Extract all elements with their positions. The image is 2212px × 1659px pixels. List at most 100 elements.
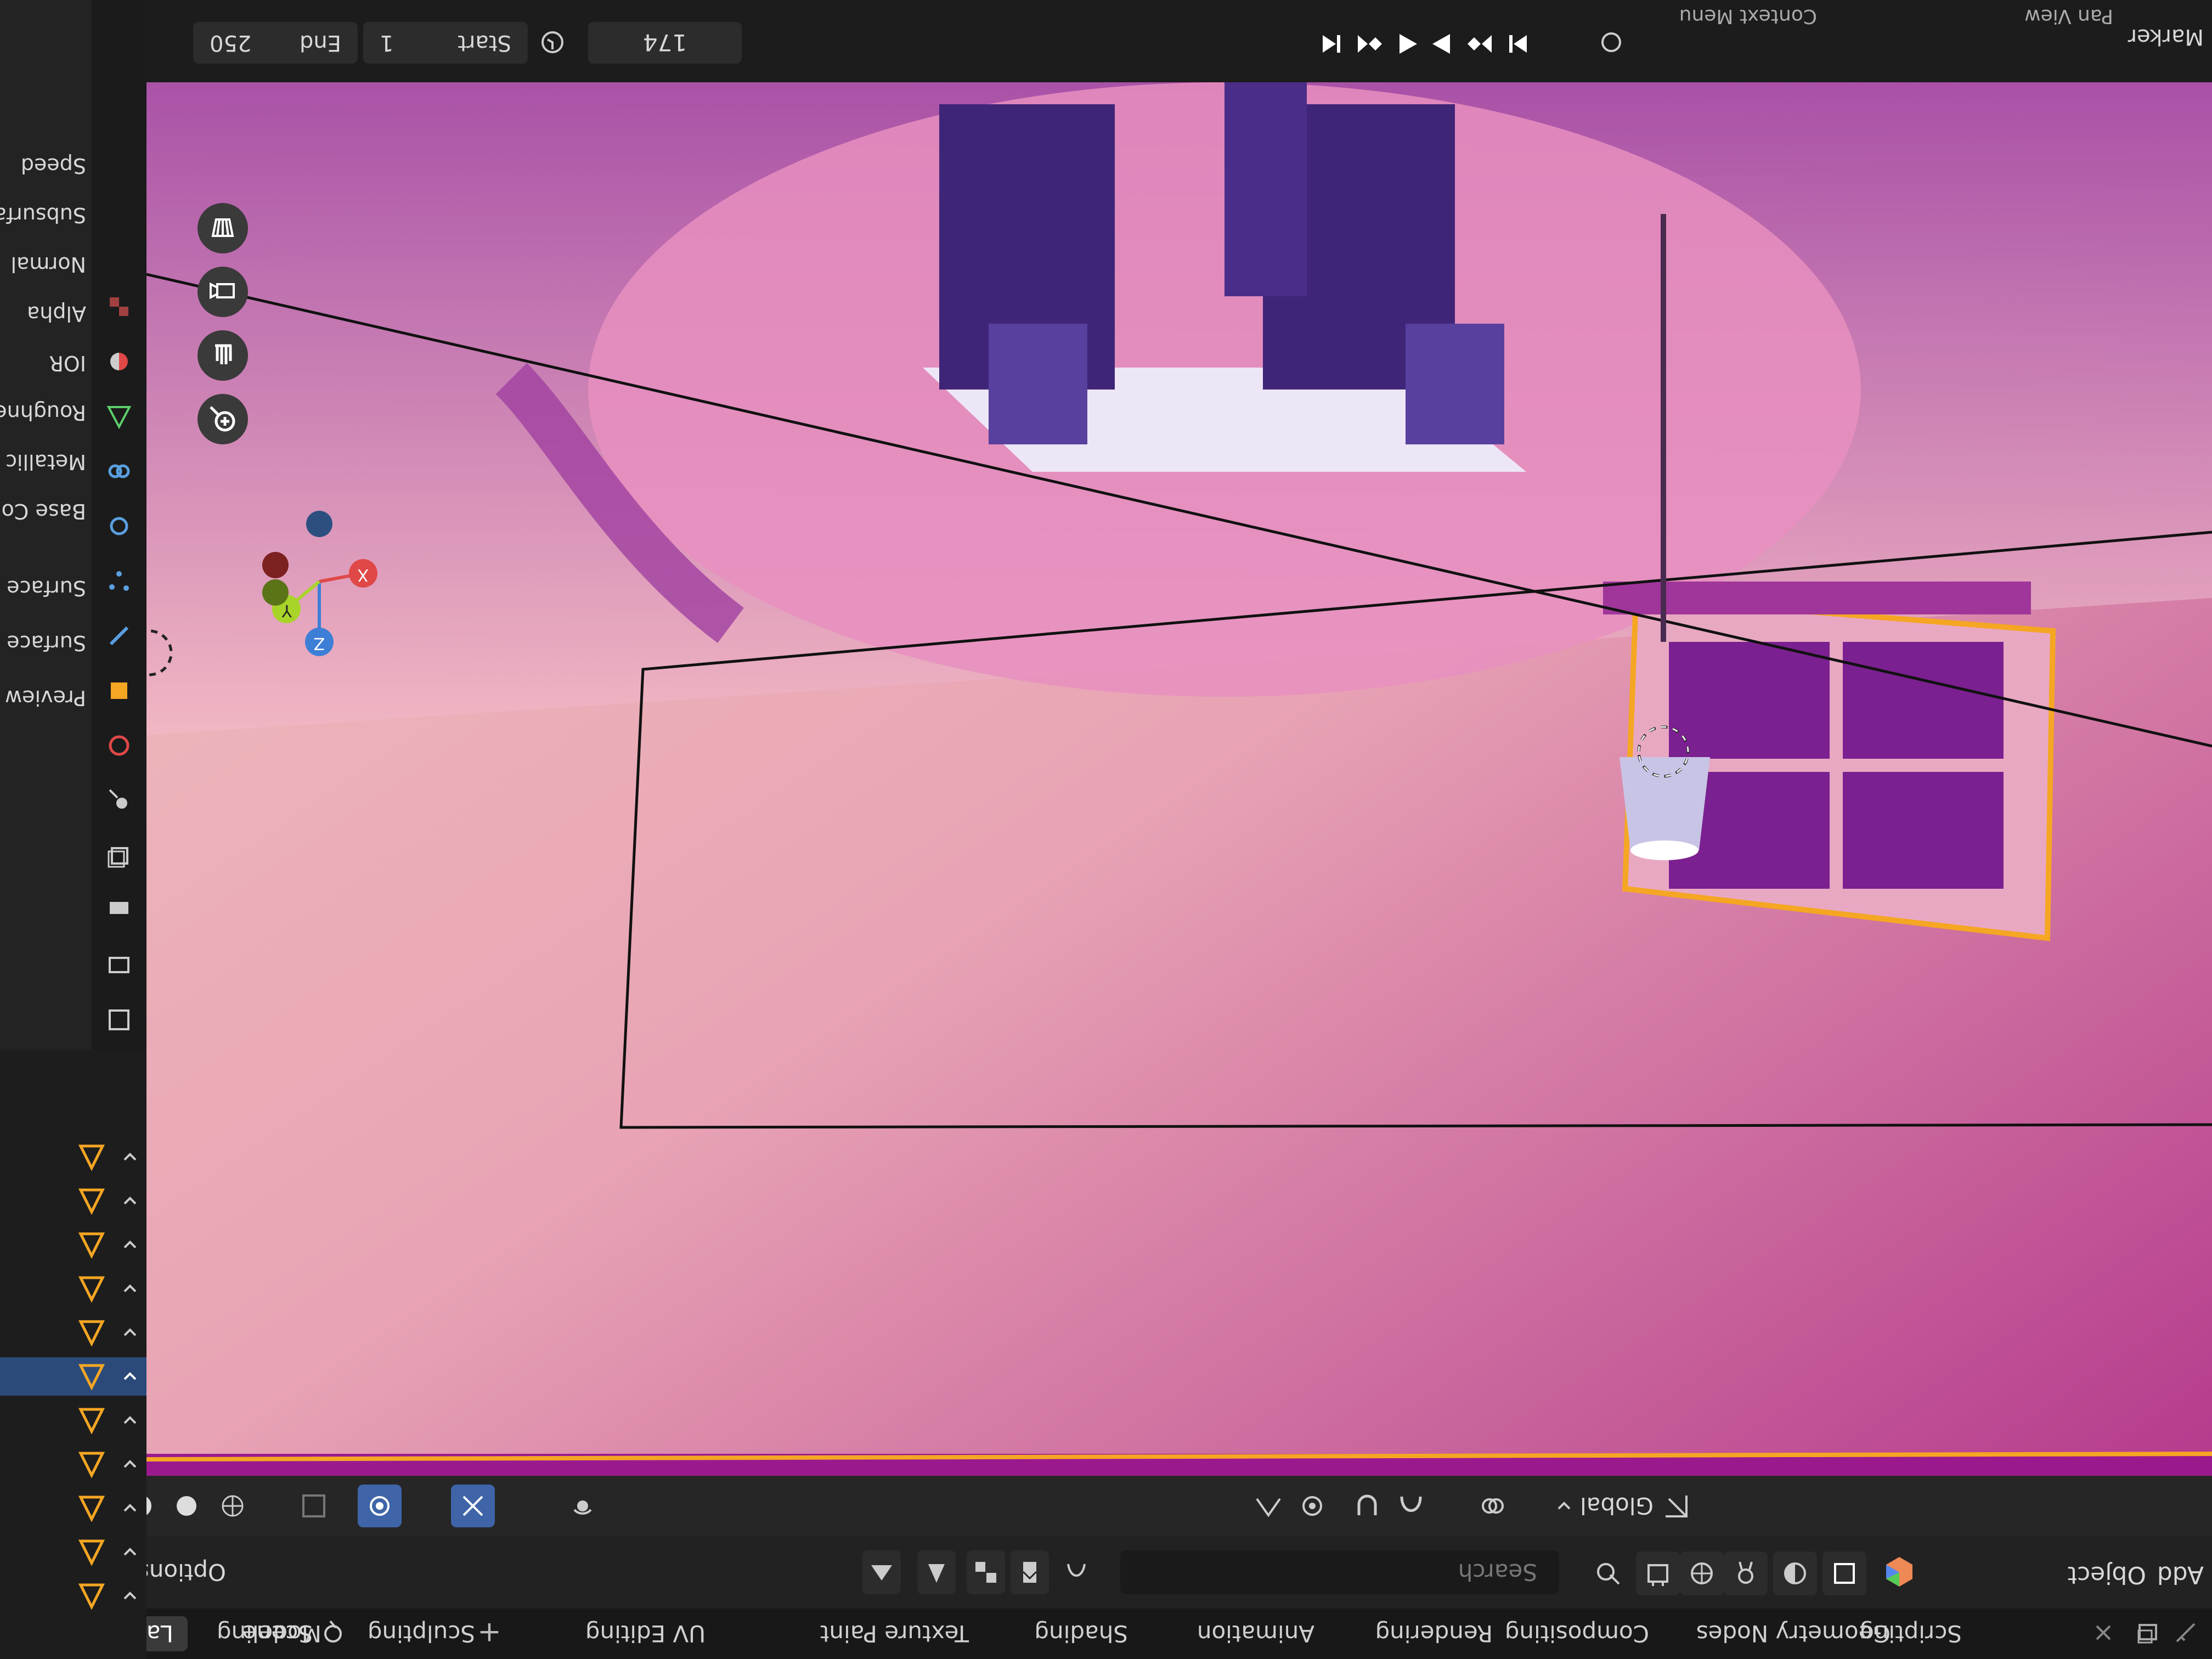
view-layer-tab-icon[interactable] (100, 836, 138, 874)
tool-icon[interactable] (2170, 1617, 2201, 1648)
scene-label: Scene (242, 1620, 313, 1647)
proportional-edit-icon[interactable] (1290, 1485, 1334, 1527)
prev-keyframe-icon[interactable] (1353, 27, 1386, 60)
subsurface-label: Subsurface (0, 203, 86, 227)
tool-tab-icon[interactable] (100, 1001, 138, 1039)
object-menu[interactable]: Object (2068, 1561, 2146, 1589)
navigation-gizmo[interactable]: Z X Y (237, 510, 402, 664)
furniture-object (923, 82, 1526, 472)
perspective-grid-icon[interactable] (198, 203, 248, 253)
axis-y-label: Y (281, 601, 292, 620)
list-item[interactable] (0, 1401, 146, 1440)
scene-render (146, 82, 2212, 1476)
list-item[interactable] (0, 1577, 146, 1615)
pan-hand-icon[interactable] (198, 330, 248, 381)
base-color-label: Base Color (0, 499, 86, 523)
properties-tab-column (92, 0, 146, 1050)
object-mode-icon[interactable] (862, 1550, 901, 1594)
render-tab-icon[interactable] (100, 946, 138, 984)
texture-tab-icon[interactable] (100, 287, 138, 326)
tool-drag-icon[interactable] (561, 1485, 605, 1527)
add-menu[interactable]: Add (2157, 1561, 2204, 1589)
auto-keying-icon[interactable] (1592, 23, 1630, 61)
snap-magnet-icon[interactable] (1345, 1485, 1389, 1527)
wireframe-shading-icon[interactable] (212, 1485, 253, 1527)
shading-color-icon[interactable] (1877, 1549, 1965, 1595)
list-item[interactable] (0, 1226, 146, 1264)
snap-icon[interactable] (1389, 1485, 1433, 1527)
visibility-icon[interactable] (1773, 1551, 1817, 1595)
frame-selected-icon[interactable] (1822, 1551, 1866, 1595)
editor-type-icon[interactable] (2132, 1617, 2163, 1648)
tab-compositing[interactable]: Compositing (1491, 1616, 1663, 1651)
list-item[interactable] (0, 1269, 146, 1308)
play-icon[interactable] (1429, 27, 1456, 60)
scene-selector[interactable]: Scene (242, 1616, 347, 1651)
add-workspace-icon[interactable]: + (473, 1616, 506, 1649)
list-item[interactable] (0, 1445, 146, 1483)
tool-settings-row: Global (0, 1476, 2212, 1536)
axis-z-label: Z (313, 634, 325, 653)
list-item[interactable] (0, 1182, 146, 1220)
data-tab-icon[interactable] (100, 397, 138, 436)
camera-view-icon[interactable] (198, 267, 248, 317)
gizmo-icon[interactable] (1724, 1551, 1768, 1595)
jump-end-icon[interactable] (1504, 27, 1532, 60)
physics-tab-icon[interactable] (100, 507, 138, 545)
scene-tab-icon[interactable] (100, 781, 138, 820)
mode-icon[interactable] (292, 1485, 336, 1527)
tab-uv-editing[interactable]: UV Editing (571, 1616, 720, 1651)
marker-menu[interactable]: Marker (2128, 24, 2204, 49)
search-field[interactable]: Search (1120, 1550, 1559, 1594)
tab-shading[interactable]: Shading (1020, 1616, 1142, 1651)
xray-icon[interactable] (1636, 1551, 1680, 1595)
material-tab-icon[interactable] (100, 342, 138, 381)
current-frame-field[interactable]: 174 (588, 22, 742, 64)
select-box-icon[interactable] (451, 1485, 495, 1527)
ior-label: IOR (49, 351, 86, 375)
list-item[interactable] (0, 1533, 146, 1571)
end-label: End (299, 30, 341, 55)
zoom-icon[interactable] (198, 394, 248, 444)
modifier-tab-icon[interactable] (100, 617, 138, 655)
transform-pivot-icon[interactable] (1471, 1485, 1515, 1527)
select-menu-icon[interactable] (967, 1550, 1005, 1594)
world-tab-icon[interactable] (100, 726, 138, 765)
roughness-label: Roughness (0, 400, 86, 425)
overlay-icon[interactable] (1680, 1551, 1724, 1595)
surface-panel-label: Surface (7, 631, 86, 655)
play-reverse-icon[interactable] (1393, 27, 1421, 60)
falloff-icon[interactable] (1246, 1485, 1290, 1527)
pivot-icon[interactable] (1054, 1550, 1098, 1594)
tab-rendering[interactable]: Rendering (1361, 1616, 1507, 1651)
tab-sculpting[interactable]: Sculpting (353, 1616, 489, 1651)
workspace-tab-bar: Layout Modeling Sculpting UV Editing Tex… (0, 1609, 2212, 1659)
list-item[interactable] (0, 1313, 146, 1352)
start-value: 1 (380, 30, 394, 55)
outliner-panel (0, 1050, 146, 1659)
tab-animation[interactable]: Animation (1183, 1616, 1329, 1651)
list-item-selected[interactable] (0, 1357, 146, 1396)
3d-viewport[interactable]: Z X Y (146, 82, 2212, 1476)
solid-shading-icon[interactable] (166, 1485, 207, 1527)
tab-scripting[interactable]: Scripting (1845, 1616, 1976, 1651)
select-mode-icon[interactable] (358, 1485, 402, 1527)
object-menu-icon[interactable] (917, 1550, 956, 1594)
view-icon[interactable] (1011, 1550, 1049, 1594)
close-icon[interactable] (2088, 1617, 2119, 1648)
list-item[interactable] (0, 1489, 146, 1527)
particles-tab-icon[interactable] (100, 562, 138, 600)
orientation-dropdown[interactable]: Global (1556, 1485, 1691, 1527)
selectability-icon[interactable] (1587, 1551, 1630, 1595)
constraints-tab-icon[interactable] (100, 452, 138, 490)
list-item[interactable] (0, 1138, 146, 1176)
scene-icon (324, 1620, 342, 1643)
next-keyframe-icon[interactable] (1464, 27, 1497, 60)
output-tab-icon[interactable] (100, 891, 138, 929)
jump-start-icon[interactable] (1318, 27, 1345, 60)
end-frame-field[interactable]: End 250 (193, 22, 358, 64)
preview-range-icon[interactable] (533, 23, 572, 61)
object-tab-icon[interactable] (100, 672, 138, 710)
start-frame-field[interactable]: Start 1 (363, 22, 528, 64)
tab-texture-paint[interactable]: Texture Paint (806, 1616, 983, 1651)
